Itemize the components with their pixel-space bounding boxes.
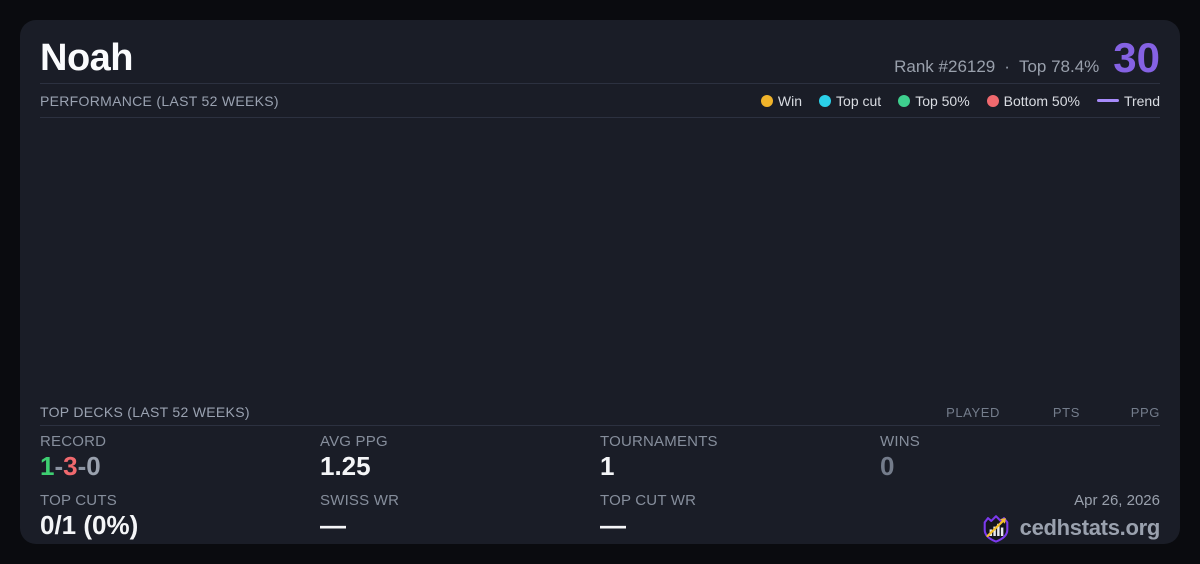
record-draws: 0 — [86, 451, 101, 481]
record-dash: - — [77, 451, 87, 481]
rank-score-block: Rank #26129 · Top 78.4% 30 — [894, 34, 1160, 81]
swiss-wr-value: — — [320, 510, 346, 540]
legend-label: Top 50% — [915, 92, 970, 109]
top-cut-dot-icon — [819, 94, 832, 107]
date-text: Apr 26, 2026 — [1074, 492, 1160, 509]
score-value: 30 — [1113, 34, 1160, 81]
stat-tournaments: TOURNAMENTS 1 — [600, 433, 880, 492]
stat-record: RECORD 1-3-0 — [40, 433, 320, 492]
record-dash: - — [54, 451, 64, 481]
legend-label: Bottom 50% — [1003, 92, 1080, 109]
legend-item-win: Win — [760, 92, 803, 109]
stat-label: TOP CUTS — [40, 492, 117, 509]
chart-legend: Win Top cut Top 50% Bottom 50% Trend — [760, 92, 1160, 109]
stat-label: RECORD — [40, 433, 107, 450]
legend-item-trend: Trend — [1096, 92, 1160, 109]
win-dot-icon — [760, 94, 773, 107]
rank-text: Rank #26129 · Top 78.4% — [894, 57, 1099, 77]
stats-grid: RECORD 1-3-0 AVG PPG 1.25 TOURNAMENTS 1 … — [40, 426, 1160, 544]
top-decks-header: TOP DECKS (LAST 52 WEEKS) PLAYED PTS PPG — [40, 399, 1160, 426]
performance-header: PERFORMANCE (LAST 52 WEEKS) Win Top cut … — [40, 84, 1160, 118]
wins-value: 0 — [880, 451, 895, 481]
column-header-played: PLAYED — [946, 404, 1000, 420]
bottom-50-dot-icon — [986, 94, 999, 107]
top-cut-wr-value: — — [600, 510, 626, 540]
tournaments-value: 1 — [600, 451, 615, 481]
top-decks-title: TOP DECKS (LAST 52 WEEKS) — [40, 404, 250, 420]
trend-line-icon — [1096, 99, 1119, 102]
legend-label: Win — [777, 92, 803, 109]
card-footer: Apr 26, 2026 cedhstats.org — [880, 492, 1160, 544]
legend-label: Trend — [1123, 92, 1160, 109]
rank-label: Rank #26129 — [894, 57, 996, 76]
legend-item-top-50: Top 50% — [898, 92, 970, 109]
stat-label: TOURNAMENTS — [600, 433, 718, 450]
brand-name: cedhstats.org — [1019, 515, 1161, 540]
player-stats-card: Noah Rank #26129 · Top 78.4% 30 PERFORMA… — [20, 20, 1180, 544]
column-header-pts: PTS — [1052, 404, 1080, 420]
stat-label: WINS — [880, 433, 920, 450]
performance-chart — [40, 118, 1160, 399]
record-value: 1-3-0 — [40, 453, 320, 479]
stat-label: AVG PPG — [320, 433, 388, 450]
legend-label: Top cut — [836, 92, 882, 109]
stat-top-cut-wr: TOP CUT WR — — [600, 492, 880, 544]
cedhstats-shield-logo-icon — [983, 515, 1008, 543]
logo-bar — [1000, 527, 1003, 536]
record-losses: 3 — [63, 451, 78, 481]
stat-label: TOP CUT WR — [600, 492, 697, 509]
top-decks-columns: PLAYED PTS PPG — [920, 405, 1160, 420]
top-cuts-value: 0/1 (0%) — [40, 510, 139, 540]
legend-item-top-cut: Top cut — [819, 93, 881, 109]
top-50-dot-icon — [898, 94, 911, 107]
stat-avg-ppg: AVG PPG 1.25 — [320, 433, 600, 492]
record-wins: 1 — [40, 451, 55, 481]
brand-block: cedhstats.org — [980, 512, 1160, 544]
performance-title: PERFORMANCE (LAST 52 WEEKS) — [40, 92, 279, 109]
stat-swiss-wr: SWISS WR — — [320, 492, 600, 544]
legend-item-bottom-50: Bottom 50% — [986, 92, 1080, 109]
avg-ppg-value: 1.25 — [320, 451, 371, 481]
card-header: Noah Rank #26129 · Top 78.4% 30 — [40, 20, 1160, 84]
top-percent-label: Top 78.4% — [1018, 57, 1100, 76]
stat-label: SWISS WR — [320, 492, 400, 509]
column-header-ppg: PPG — [1130, 404, 1160, 420]
rank-separator: · — [1004, 57, 1010, 76]
page-title: Noah — [40, 37, 134, 79]
stat-wins: WINS 0 — [880, 433, 1160, 492]
stat-top-cuts: TOP CUTS 0/1 (0%) — [40, 492, 320, 544]
